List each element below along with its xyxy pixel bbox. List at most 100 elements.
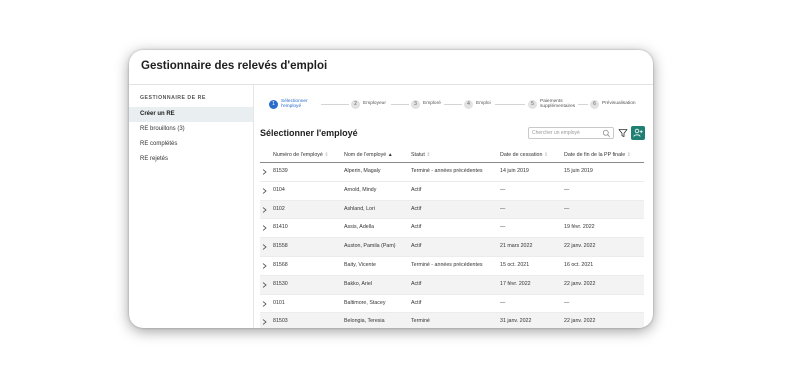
step-preview[interactable]: 6 Prévisualisation xyxy=(590,95,636,113)
step-connector xyxy=(444,104,462,105)
cell-number: 81539 xyxy=(273,168,288,174)
table-row[interactable]: 81539 Alperin, Magaly Terminé - années p… xyxy=(260,163,644,182)
cell-final-pp: — xyxy=(564,299,570,306)
cell-status: Actif xyxy=(411,224,422,231)
cell-number: 0102 xyxy=(273,205,285,212)
sidebar-item-create[interactable]: Créer un RE xyxy=(129,107,253,122)
chevron-right-icon[interactable] xyxy=(262,188,267,194)
cell-end-date: 14 juin 2019 xyxy=(500,168,529,174)
column-label: Date de fin de la PP finale xyxy=(564,152,626,158)
column-label: Numéro de l'employé xyxy=(273,152,323,158)
cell-number: 81568 xyxy=(273,261,288,268)
cell-final-pp: 22 janv. 2022 xyxy=(564,280,596,287)
section-title: Sélectionner l'employé xyxy=(260,128,358,138)
table-row[interactable]: 81530 Bakko, Ariel Actif 17 févr. 2022 2… xyxy=(260,275,644,295)
sidebar: GESTIONNAIRE DE RE Créer un RE RE brouil… xyxy=(129,85,254,328)
cell-end-date: — xyxy=(500,186,506,193)
cell-name: Ashland, Lori xyxy=(344,205,375,212)
table-row[interactable]: 81558 Auston, Pamila (Pam) Actif 21 mars… xyxy=(260,238,644,257)
table-row[interactable]: 81410 Assis, Adella Actif — 19 févr. 202… xyxy=(260,219,644,239)
add-employee-button[interactable] xyxy=(631,126,645,140)
cell-name: Baity, Vicente xyxy=(344,261,376,268)
chevron-right-icon[interactable] xyxy=(262,300,267,307)
sidebar-item-completed[interactable]: RE complétés xyxy=(129,137,253,152)
sort-icon: ⇕ xyxy=(543,152,549,158)
step-job[interactable]: 4 Emploi xyxy=(464,95,491,113)
stepper: 1 Sélectionner l'employé 2 Employeur 3 E… xyxy=(269,95,639,113)
step-label: Emploi xyxy=(476,101,491,107)
cell-number: 81558 xyxy=(273,243,288,250)
filter-icon[interactable] xyxy=(618,128,628,138)
table-row[interactable]: 0104 Arnold, Mindy Actif — — xyxy=(260,182,644,201)
cell-end-date: 15 oct. 2021 xyxy=(500,261,530,268)
step-number: 5 xyxy=(528,99,537,109)
sidebar-item-drafts[interactable]: RE brouillons (3) xyxy=(129,122,253,137)
table-row[interactable]: 81503 Belongia, Teresia Terminé 31 janv.… xyxy=(260,313,644,328)
step-number: 2 xyxy=(351,99,360,109)
column-label: Statut xyxy=(411,152,425,158)
sidebar-item-rejected[interactable]: RE rejetés xyxy=(129,152,253,167)
sort-icon: ⇕ xyxy=(324,152,329,158)
cell-status: Actif xyxy=(411,280,422,287)
step-employer[interactable]: 2 Employeur xyxy=(351,95,386,113)
step-connector xyxy=(495,104,525,105)
cell-name: Bakko, Ariel xyxy=(344,280,372,287)
person-add-icon xyxy=(633,128,643,137)
chevron-right-icon[interactable] xyxy=(262,244,267,250)
column-label: Nom de l'employé xyxy=(344,152,387,158)
step-employee[interactable]: 3 Emploré xyxy=(411,95,441,113)
chevron-right-icon[interactable] xyxy=(262,282,267,288)
cell-status: Terminé xyxy=(411,318,430,325)
column-header-status[interactable]: Statut ⇕ xyxy=(411,148,431,162)
cell-number: 81530 xyxy=(273,280,288,287)
cell-name: Assis, Adella xyxy=(344,224,375,231)
search-input[interactable]: Chercher un employé xyxy=(528,127,614,139)
step-label: Sélectionner l'employé xyxy=(281,98,308,110)
cell-end-date: — xyxy=(500,205,506,212)
cell-name: Baltimore, Stacey xyxy=(344,299,386,306)
cell-number: 0101 xyxy=(273,299,285,306)
cell-end-date: — xyxy=(500,299,506,306)
cell-name: Alperin, Magaly xyxy=(344,168,381,174)
sort-icon: ⇕ xyxy=(626,152,631,158)
step-number: 6 xyxy=(590,99,599,109)
table-row[interactable]: 0101 Baltimore, Stacey Actif — — xyxy=(260,295,644,314)
column-header-number[interactable]: Numéro de l'employé ⇕ xyxy=(273,148,329,162)
table-row[interactable]: 81568 Baity, Vicente Terminé - années pr… xyxy=(260,257,644,276)
app-window: Gestionnaire des relevés d'emploi GESTIO… xyxy=(129,50,653,328)
chevron-right-icon[interactable] xyxy=(262,263,267,269)
cell-status: Actif xyxy=(411,243,422,250)
cell-status: Terminé - années précédentes xyxy=(411,168,483,174)
cell-name: Belongia, Teresia xyxy=(344,318,385,325)
cell-number: 0104 xyxy=(273,186,285,193)
cell-end-date: 31 janv. 2022 xyxy=(500,318,532,325)
step-label: Prévisualisation xyxy=(602,101,636,107)
sort-icon: ⇕ xyxy=(426,152,431,158)
column-label: Date de cessation xyxy=(500,152,543,158)
column-header-name[interactable]: Nom de l'employé ▲ xyxy=(344,148,393,162)
chevron-right-icon[interactable] xyxy=(262,169,267,175)
step-extra-payments[interactable]: 5 Paiements supplémentaires xyxy=(528,95,582,113)
app-title: Gestionnaire des relevés d'emploi xyxy=(141,60,328,72)
step-select-employee[interactable]: 1 Sélectionner l'employé xyxy=(269,95,311,113)
cell-name: Auston, Pamila (Pam) xyxy=(344,243,396,250)
column-header-final-pp[interactable]: Date de fin de la PP finale ⇕ xyxy=(564,148,631,162)
step-label: Emploré xyxy=(423,101,441,107)
step-label: Paiements supplémentaires xyxy=(540,98,576,110)
cell-number: 81503 xyxy=(273,318,288,325)
chevron-right-icon[interactable] xyxy=(262,225,267,232)
cell-final-pp: — xyxy=(564,205,570,212)
main-content: 1 Sélectionner l'employé 2 Employeur 3 E… xyxy=(254,85,653,328)
step-connector xyxy=(391,104,409,105)
employee-table: Numéro de l'employé ⇕ Nom de l'employé ▲… xyxy=(260,148,644,328)
cell-status: Terminé - années précédentes xyxy=(411,261,483,268)
chevron-right-icon[interactable] xyxy=(262,319,267,326)
cell-final-pp: — xyxy=(564,186,570,193)
cell-final-pp: 15 juin 2019 xyxy=(564,168,593,174)
table-row[interactable]: 0102 Ashland, Lori Actif — — xyxy=(260,200,644,220)
cell-final-pp: 22 janv. 2022 xyxy=(564,243,596,250)
cell-final-pp: 22 janv. 2022 xyxy=(564,318,596,325)
table-header: Numéro de l'employé ⇕ Nom de l'employé ▲… xyxy=(260,148,644,163)
chevron-right-icon[interactable] xyxy=(262,206,267,213)
column-header-end-date[interactable]: Date de cessation ⇕ xyxy=(500,148,548,162)
